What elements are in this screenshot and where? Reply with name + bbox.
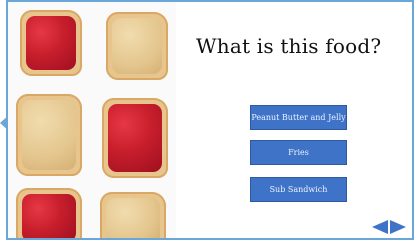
arrow-right-icon[interactable] [390, 220, 406, 234]
choice-button-fries[interactable]: Fries [250, 140, 347, 165]
peanut-butter-bread-icon [106, 12, 168, 80]
arrow-left-icon[interactable] [372, 220, 388, 234]
question-title: What is this food? [196, 34, 382, 58]
choice-button-sub-sandwich[interactable]: Sub Sandwich [250, 177, 347, 202]
peanut-butter-bread-icon [100, 192, 166, 238]
sandwich-photo [8, 2, 176, 238]
jelly-bread-icon [20, 10, 82, 76]
jelly-bread-icon [102, 98, 168, 178]
jelly-bread-icon [16, 188, 82, 238]
slide: What is this food? Peanut Butter and Jel… [6, 0, 414, 240]
peanut-butter-bread-icon [16, 94, 82, 176]
choice-button-peanut-butter-and-jelly[interactable]: Peanut Butter and Jelly [250, 105, 347, 130]
